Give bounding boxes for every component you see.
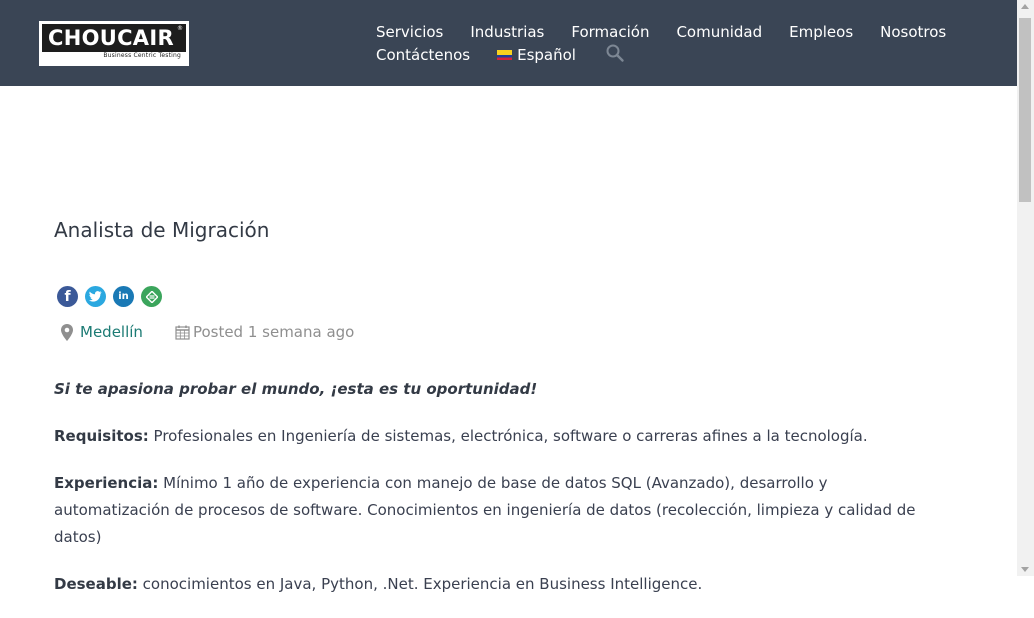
- job-location[interactable]: Medellín: [60, 323, 143, 341]
- scroll-thumb[interactable]: [1019, 18, 1031, 202]
- map-pin-icon: [61, 323, 73, 341]
- more-share-icon[interactable]: [141, 286, 162, 307]
- facebook-icon[interactable]: f: [57, 286, 78, 307]
- experiencia-text: Mínimo 1 año de experiencia con manejo d…: [54, 474, 916, 546]
- requisitos-label: Requisitos:: [54, 427, 149, 445]
- twitter-icon[interactable]: [85, 286, 106, 307]
- deseable-paragraph: Deseable: conocimientos en Java, Python,…: [54, 571, 924, 598]
- requisitos-paragraph: Requisitos: Profesionales en Ingeniería …: [54, 423, 924, 450]
- nav-contactenos[interactable]: Contáctenos: [376, 46, 470, 64]
- experiencia-paragraph: Experiencia: Mínimo 1 año de experiencia…: [54, 470, 924, 551]
- nav-nosotros[interactable]: Nosotros: [880, 23, 946, 41]
- deseable-text: conocimientos en Java, Python, .Net. Exp…: [137, 575, 703, 593]
- deseable-label: Deseable:: [54, 575, 138, 593]
- job-meta: Medellín Posted 1 semana ago: [60, 323, 354, 341]
- nav-row-2: Contáctenos Español: [376, 43, 936, 66]
- nav-empleos[interactable]: Empleos: [789, 23, 853, 41]
- logo-tagline: Business Centric Testing: [103, 52, 181, 59]
- posted-date: Posted 1 semana ago: [175, 323, 354, 341]
- nav-row-1: Servicios Industrias Formación Comunidad…: [376, 20, 946, 43]
- experiencia-label: Experiencia:: [54, 474, 159, 492]
- job-title: Analista de Migración: [54, 218, 270, 242]
- logo-box: CHOUCAIR ®: [42, 24, 186, 52]
- nav-industrias[interactable]: Industrias: [470, 23, 544, 41]
- language-label: Español: [517, 45, 576, 64]
- logo-text: CHOUCAIR: [48, 26, 174, 50]
- page-scrollbar[interactable]: [1017, 0, 1034, 576]
- language-switcher[interactable]: Español: [497, 46, 576, 64]
- linkedin-icon[interactable]: in: [113, 286, 134, 307]
- scroll-down-arrow-icon[interactable]: [1021, 567, 1029, 572]
- nav-formacion[interactable]: Formación: [571, 23, 649, 41]
- main-nav: Servicios Industrias Formación Comunidad…: [376, 20, 946, 66]
- site-header: CHOUCAIR ® Business Centric Testing Serv…: [0, 0, 1017, 86]
- choucair-logo[interactable]: CHOUCAIR ® Business Centric Testing: [39, 21, 189, 66]
- search-icon[interactable]: [605, 43, 625, 63]
- location-label: Medellín: [80, 323, 143, 341]
- scroll-up-arrow-icon[interactable]: [1021, 4, 1029, 9]
- requisitos-text: Profesionales en Ingeniería de sistemas,…: [148, 427, 868, 445]
- intro-text: Si te apasiona probar el mundo, ¡esta es…: [54, 380, 538, 398]
- posted-label: Posted 1 semana ago: [192, 323, 355, 341]
- nav-servicios[interactable]: Servicios: [376, 23, 443, 41]
- nav-comunidad[interactable]: Comunidad: [676, 23, 762, 41]
- calendar-icon: [175, 325, 190, 340]
- registered-mark: ®: [177, 25, 183, 32]
- colombia-flag-icon: [497, 49, 513, 60]
- share-buttons: f in: [57, 286, 169, 307]
- job-description: Si te apasiona probar el mundo, ¡esta es…: [54, 376, 924, 618]
